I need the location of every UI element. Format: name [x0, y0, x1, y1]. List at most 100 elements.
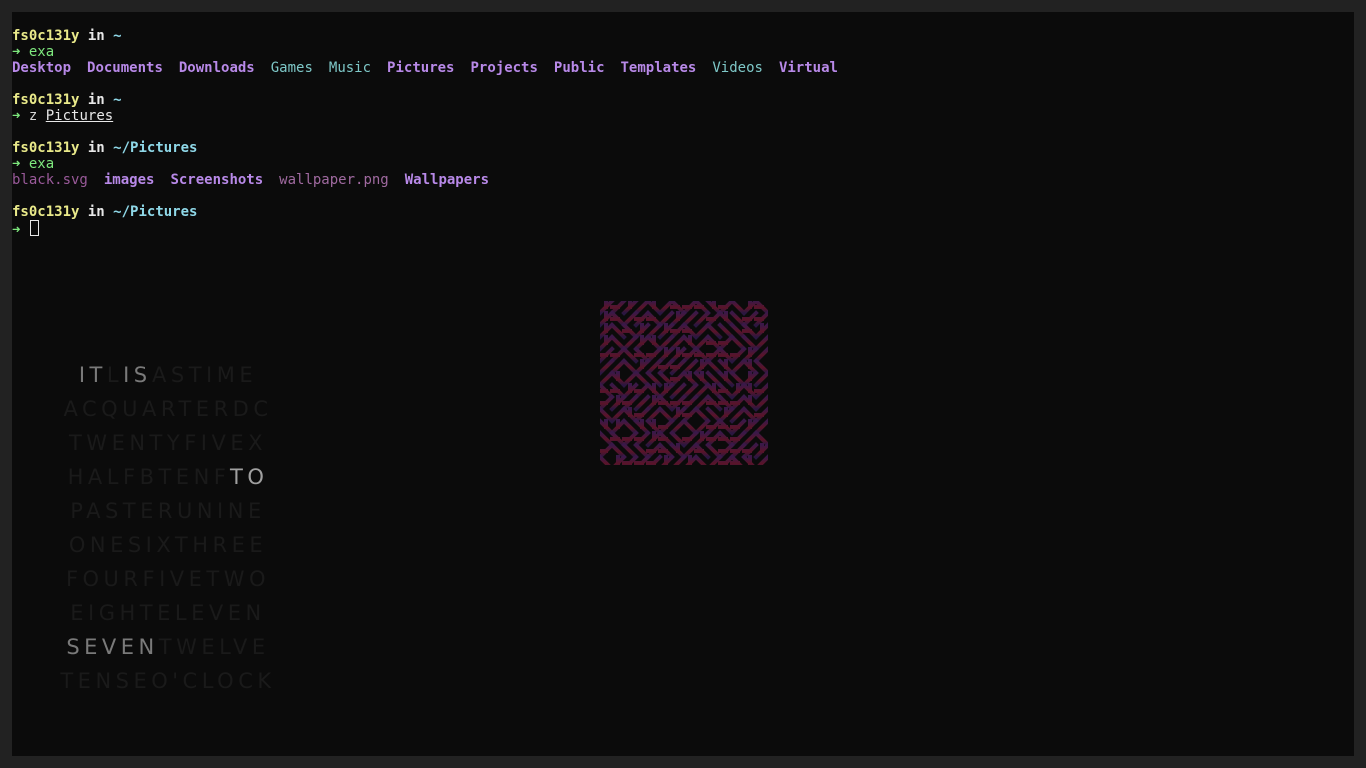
logo-stroke — [681, 382, 699, 400]
word-clock-segment: TWENTYFIVEX — [68, 431, 268, 455]
logo-stroke — [621, 442, 639, 460]
logo-stroke — [669, 442, 687, 460]
logo-stroke — [681, 418, 699, 436]
terminal-window[interactable]: fs0c131y in ~ ➜ exa Desktop Documents Down… — [12, 12, 1354, 756]
logo-stroke — [621, 358, 639, 376]
listing-home: Desktop Documents Downloads Games Music Pictu… — [12, 60, 854, 76]
logo-stroke — [729, 346, 747, 364]
word-clock-segment: ACQUARTERDC — [63, 397, 273, 421]
logo-stroke — [693, 322, 711, 340]
listing-entry: Templates — [620, 60, 697, 76]
logo-stroke — [729, 358, 747, 376]
logo-stroke — [729, 430, 747, 448]
logo-stroke — [729, 406, 747, 424]
logo-stroke — [669, 418, 687, 436]
prompt-header: fs0c131y in ~ — [12, 28, 854, 44]
prompt-path: ~ — [113, 92, 122, 108]
logo-stroke — [681, 334, 699, 352]
logo-stroke — [600, 334, 615, 352]
logo-stroke — [717, 334, 735, 352]
logo-stroke — [717, 406, 735, 424]
prompt-in: in — [87, 140, 105, 156]
word-clock-row: HALFBTENFTO — [52, 460, 284, 494]
command-text: exa — [28, 44, 55, 60]
command-text: z — [28, 108, 38, 124]
listing-entry: Games — [270, 60, 313, 76]
word-clock-segment: EIGHTELEVEN — [70, 601, 266, 625]
logo-stroke — [753, 394, 768, 412]
logo-stroke — [645, 310, 663, 328]
logo-stroke — [646, 454, 663, 465]
logo-stroke — [753, 334, 768, 352]
logo-stroke — [633, 382, 651, 400]
logo-stroke — [729, 334, 747, 352]
logo-stroke — [645, 334, 663, 352]
logo-stroke — [633, 358, 651, 376]
logo-stroke — [717, 322, 735, 340]
logo-stroke — [753, 346, 768, 364]
logo-stroke — [729, 394, 747, 412]
logo-stroke — [717, 310, 735, 328]
logo-stroke — [600, 454, 611, 465]
prompt-arrow-icon: ➜ — [12, 156, 21, 172]
logo-stroke — [600, 370, 615, 388]
logo-stroke — [681, 406, 699, 424]
word-clock-segment: TWELVE — [158, 635, 270, 659]
prompt-arrow-icon: ➜ — [12, 222, 21, 238]
text-cursor[interactable] — [29, 220, 39, 236]
logo-stroke — [681, 370, 699, 388]
prompt-user: fs0c131y — [12, 140, 80, 156]
logo-stroke — [753, 442, 768, 460]
prompt-in: in — [87, 204, 105, 220]
logo-stroke — [741, 418, 759, 436]
command-line: ➜ z Pictures — [12, 108, 854, 124]
word-clock-row: TWENTYFIVEX — [52, 426, 284, 460]
logo-stroke — [753, 322, 768, 340]
listing-entry: Videos — [712, 60, 763, 76]
word-clock-row: ACQUARTERDC — [52, 392, 284, 426]
command-input-line[interactable]: ➜ — [12, 220, 854, 238]
logo-stroke — [633, 418, 651, 436]
logo-stroke — [693, 370, 711, 388]
word-clock-segment: IT — [78, 363, 107, 387]
word-clock-segment: ONESIXTHREE — [68, 533, 268, 557]
word-clock-segment: PASTERUNINE — [70, 499, 266, 523]
word-clock-segment: IS — [123, 363, 153, 387]
logo-stroke — [669, 310, 687, 328]
prompt-path: ~ — [113, 28, 122, 44]
logo-stroke — [645, 301, 663, 316]
logo-stroke — [681, 310, 699, 328]
logo-stroke — [757, 454, 768, 465]
logo-stroke — [600, 358, 615, 376]
logo-stroke — [705, 358, 723, 376]
logo-stroke — [741, 394, 759, 412]
logo-stroke — [633, 394, 651, 412]
logo-stroke — [729, 301, 747, 316]
word-clock-row: SEVENTWELVE — [52, 630, 284, 664]
word-clock-segment: SEVEN — [66, 635, 159, 659]
prompt-user: fs0c131y — [12, 28, 80, 44]
prompt-header: fs0c131y in ~/Pictures — [12, 140, 854, 156]
logo-stroke — [600, 442, 615, 460]
prompt-arrow-icon: ➜ — [12, 44, 21, 60]
logo-stroke — [621, 334, 639, 352]
word-clock-row: TENSEO'CLOCK — [52, 664, 284, 698]
logo-stroke — [705, 406, 723, 424]
logo-stroke — [609, 301, 627, 316]
logo-stroke — [753, 418, 768, 436]
logo-stroke — [753, 382, 768, 400]
logo-stroke — [600, 418, 615, 436]
prompt-header: fs0c131y in ~/Pictures — [12, 204, 854, 220]
logo-stroke — [657, 346, 675, 364]
logo-stroke — [609, 310, 627, 328]
prompt-path: ~/Pictures — [113, 204, 198, 220]
prompt-user: fs0c131y — [12, 204, 80, 220]
logo-stroke — [621, 322, 639, 340]
logo-stroke — [693, 406, 711, 424]
logo-stroke — [729, 418, 747, 436]
maze-pattern-logo — [600, 301, 768, 465]
listing-pictures: black.svg images Screenshots wallpaper.png W… — [12, 172, 854, 188]
listing-entry: Desktop — [12, 60, 72, 76]
word-clock-row: FOURFIVETWO — [52, 562, 284, 596]
logo-stroke — [669, 382, 687, 400]
